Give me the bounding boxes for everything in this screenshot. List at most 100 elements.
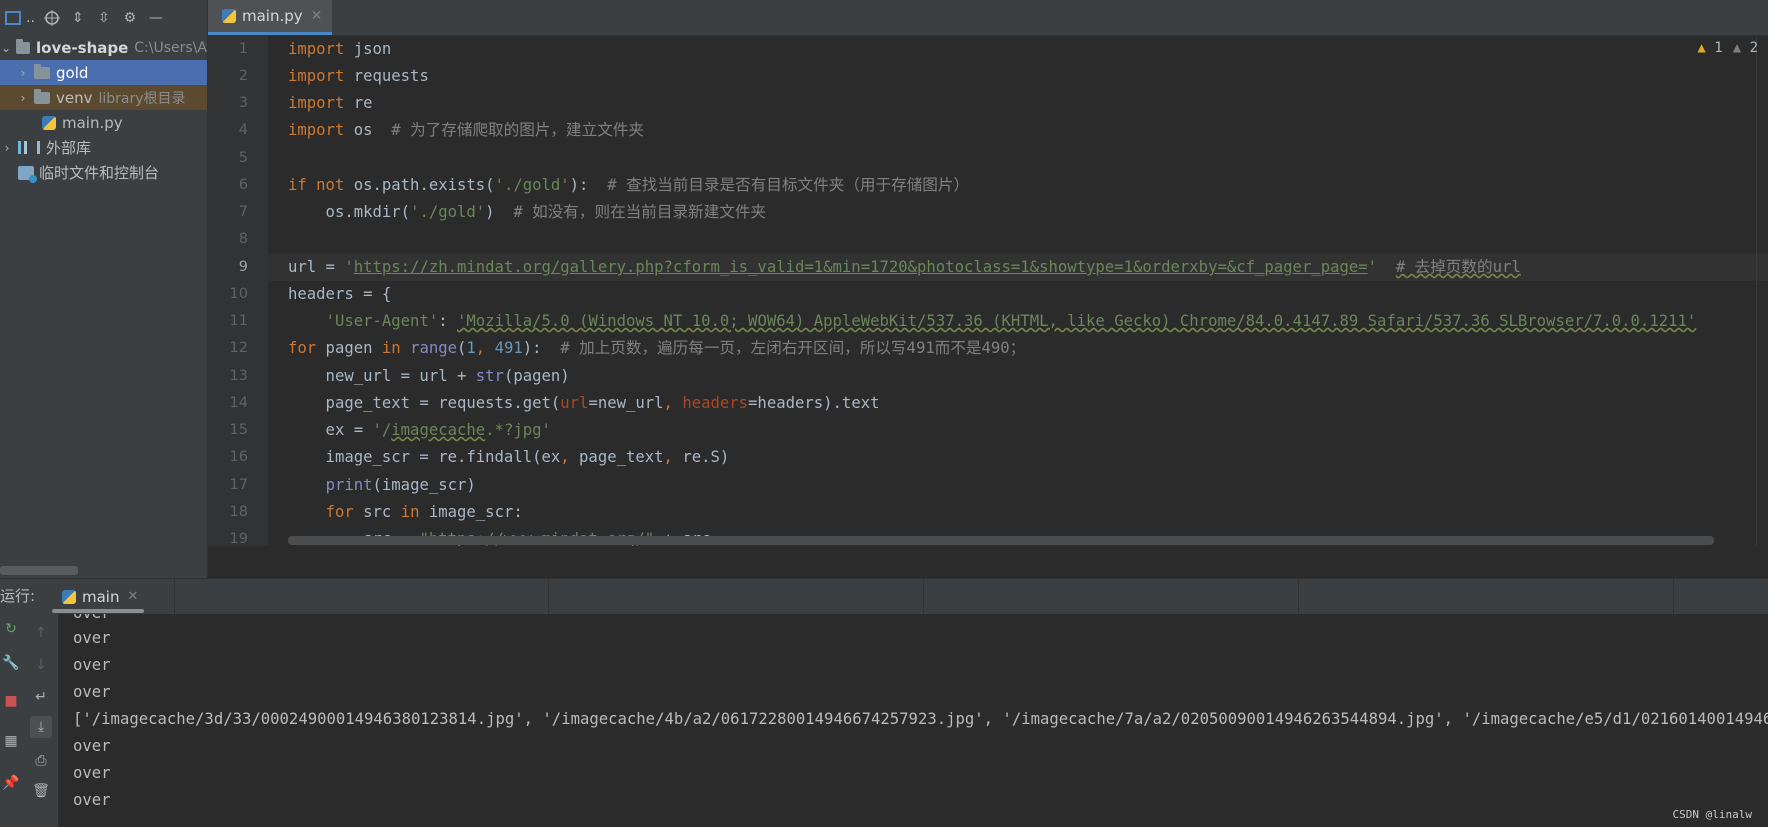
tree-item-label: 临时文件和控制台 — [39, 164, 160, 182]
collapse-all-icon[interactable]: ⇳ — [91, 5, 117, 31]
code-line: page_text = requests.get(url=new_url, he… — [288, 394, 880, 412]
line-number: 2 — [238, 68, 248, 84]
hide-panel-icon[interactable]: — — [143, 5, 169, 31]
code-line: import os # 为了存储爬取的图片，建立文件夹 — [288, 121, 644, 139]
line-number: 14 — [229, 395, 248, 411]
right-margin-guide — [1756, 36, 1757, 546]
code-line: print(image_scr) — [325, 476, 476, 494]
tree-item-scratches[interactable]: 临时文件和控制台 — [0, 160, 207, 185]
expand-all-icon[interactable]: ⇕ — [65, 5, 91, 31]
inspection-widget[interactable]: ▲ 1 ▲ 2 — [1697, 40, 1758, 56]
chevron-right-icon[interactable]: › — [16, 91, 30, 105]
tab-label: main.py — [242, 7, 303, 25]
project-view-icon[interactable] — [0, 5, 26, 31]
line-number: 12 — [229, 340, 248, 356]
scratches-icon — [18, 165, 37, 183]
tree-item-label: venv — [56, 88, 93, 107]
tab-main-py[interactable]: main.py ✕ — [208, 0, 333, 35]
python-file-icon — [42, 115, 56, 130]
line-number: 7 — [238, 204, 248, 220]
stop-icon[interactable]: ■ — [0, 690, 22, 712]
line-number: 1 — [238, 41, 248, 57]
divider — [1673, 579, 1674, 614]
line-number: 11 — [229, 313, 248, 329]
code-line: if not os.path.exists('./gold'): # 查找当前目… — [288, 176, 970, 194]
console-line: over — [73, 764, 111, 782]
divider — [548, 579, 549, 614]
run-side-toolbar: ↻ ↑ 🔧 ↓ ↵ ■ ⤓ ▦ ⎙ 📌 🗑 — [0, 614, 58, 827]
arrow-down-icon[interactable]: ↓ — [30, 654, 52, 676]
watermark: CSDN @linalw — [1672, 808, 1752, 821]
line-number: 6 — [238, 177, 248, 193]
editor-horizontal-scrollbar[interactable] — [288, 536, 1714, 545]
tree-item-hint: C:\Users\A — [134, 39, 207, 56]
tree-item-label: 外部库 — [46, 139, 92, 157]
code-editor[interactable]: ▲ 1 ▲ 2 import json import requests impo… — [268, 36, 1768, 546]
print-icon[interactable]: ⎙ — [30, 750, 52, 772]
code-line: for src in image_scr: — [325, 503, 523, 521]
locate-icon[interactable] — [39, 5, 65, 31]
library-icon — [18, 141, 40, 154]
folder-icon — [16, 38, 31, 54]
project-toolbar: .. ⇕ ⇳ ⚙ — — [0, 0, 207, 35]
arrow-up-icon[interactable]: ↑ — [30, 622, 52, 644]
code-line: headers = { — [288, 285, 392, 303]
code-line: os.mkdir('./gold') # 如没有，则在当前目录新建文件夹 — [288, 203, 767, 221]
console-line: over — [73, 629, 111, 647]
run-console[interactable]: over over over over ['/imagecache/3d/33/… — [59, 614, 1768, 827]
warning-count[interactable]: ▲ 1 — [1697, 40, 1722, 56]
line-number: 9 — [238, 259, 248, 275]
wrench-icon[interactable]: 🔧 — [0, 652, 22, 674]
console-line: over — [73, 737, 111, 755]
run-tab-label: main — [82, 587, 120, 606]
rerun-icon[interactable]: ↻ — [0, 618, 22, 640]
warning-count-value: 1 — [1714, 40, 1723, 56]
line-number: 18 — [229, 504, 248, 520]
divider — [174, 579, 175, 614]
tree-item-venv[interactable]: › venv library根目录 — [0, 85, 207, 110]
line-number: 4 — [238, 122, 248, 138]
code-line: url = 'https://zh.mindat.org/gallery.php… — [288, 258, 1521, 276]
chevron-right-icon[interactable]: › — [0, 141, 14, 155]
code-line: new_url = url + str(pagen) — [288, 367, 570, 385]
code-line: import json — [288, 40, 392, 58]
code-line: image_scr = re.findall(ex, page_text, re… — [288, 448, 730, 466]
code-line: for pagen in range(1, 491): # 加上页数，遍历每一页… — [288, 339, 1026, 357]
gear-icon[interactable]: ⚙ — [117, 5, 143, 31]
weak-warning-count-value: 2 — [1749, 40, 1758, 56]
run-toolwindow-header: 运行: main ✕ — [0, 578, 1768, 615]
soft-wrap-icon[interactable]: ↵ — [30, 686, 52, 708]
code-line: import re — [288, 94, 373, 112]
code-line: ex = '/imagecache.*?jpg' — [288, 421, 551, 439]
tree-item-label: gold — [56, 63, 89, 82]
python-file-icon — [222, 9, 236, 23]
tree-item-label: love-shape — [36, 38, 129, 57]
divider — [1298, 579, 1299, 614]
chevron-down-icon[interactable]: ⌄ — [0, 41, 12, 55]
code-line: import requests — [288, 67, 429, 85]
project-tree: ⌄ love-shape C:\Users\A › gold › venv li… — [0, 35, 207, 185]
tree-item-main-py[interactable]: main.py — [0, 110, 207, 135]
layout-icon[interactable]: ▦ — [0, 730, 22, 752]
console-line: over — [73, 791, 111, 809]
chevron-right-icon[interactable]: › — [16, 66, 30, 80]
folder-icon — [34, 63, 50, 79]
python-icon — [62, 589, 76, 604]
close-icon[interactable]: ✕ — [127, 589, 138, 604]
line-number: 10 — [229, 286, 248, 302]
project-horizontal-scrollbar[interactable] — [0, 566, 78, 575]
pin-icon[interactable]: 📌 — [0, 772, 22, 794]
weak-warning-count[interactable]: ▲ 2 — [1733, 40, 1758, 56]
tree-item-love-shape[interactable]: ⌄ love-shape C:\Users\A — [0, 35, 207, 60]
scroll-to-end-icon[interactable]: ⤓ — [30, 716, 52, 738]
close-icon[interactable]: ✕ — [311, 8, 323, 24]
trash-icon[interactable]: 🗑 — [30, 780, 52, 802]
line-number: 16 — [229, 449, 248, 465]
line-number: 15 — [229, 422, 248, 438]
project-view-dropdown[interactable]: .. — [26, 10, 35, 26]
tree-item-external-libraries[interactable]: › 外部库 — [0, 135, 207, 160]
run-tab-indicator — [52, 609, 144, 613]
weak-warning-icon: ▲ — [1732, 40, 1742, 56]
folder-icon — [34, 88, 50, 104]
tree-item-gold[interactable]: › gold — [0, 60, 207, 85]
